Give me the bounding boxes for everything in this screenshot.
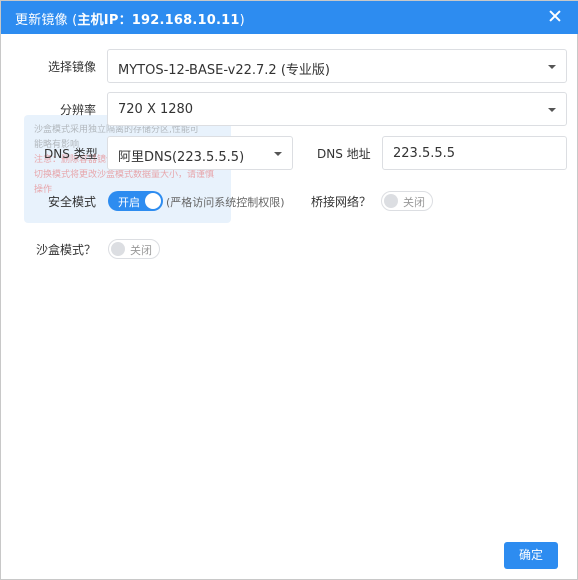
- dialog-title: 更新镜像 (主机IP：192.168.10.11): [15, 9, 245, 28]
- update-image-dialog: 更新镜像 (主机IP：192.168.10.11) 沙盒模式采用独立隔离的存储分…: [0, 0, 578, 580]
- resolution-select[interactable]: 720 X 1280: [107, 92, 567, 126]
- dns-type-label: DNS 类型: [44, 147, 98, 161]
- bridge-network-toggle-text: 关闭: [403, 196, 425, 209]
- chevron-down-icon: [548, 108, 556, 112]
- dialog-title-suffix: ): [239, 13, 245, 28]
- image-select-value: MYTOS-12-BASE-v22.7.2 (专业版): [118, 63, 330, 78]
- dns-address-value: 223.5.5.5: [393, 146, 456, 161]
- safe-mode-hint: (严格访问系统控制权限): [166, 196, 285, 209]
- sandbox-mode-label: 沙盒模式？: [36, 243, 97, 257]
- dns-type-select[interactable]: 阿里DNS(223.5.5.5): [107, 136, 293, 170]
- safe-mode-toggle-text: 开启: [118, 196, 140, 209]
- dialog-titlebar: 更新镜像 (主机IP：192.168.10.11): [1, 1, 578, 34]
- sandbox-mode-toggle-text: 关闭: [130, 244, 152, 257]
- dns-address-label: DNS 地址: [317, 147, 371, 161]
- dns-type-select-value: 阿里DNS(223.5.5.5): [118, 150, 245, 165]
- tooltip-line-4: 切换模式将更改沙盒模式数据量大小，请谨慎: [34, 170, 215, 180]
- resolution-label: 分辨率: [60, 103, 97, 117]
- safe-mode-toggle[interactable]: 开启: [108, 191, 163, 211]
- safe-mode-label: 安全模式: [48, 195, 97, 209]
- chevron-down-icon: [548, 65, 556, 69]
- toggle-knob: [145, 193, 161, 209]
- dns-address-input[interactable]: 223.5.5.5: [382, 136, 567, 170]
- resolution-select-value: 720 X 1280: [118, 102, 194, 117]
- confirm-button[interactable]: 确定: [504, 542, 558, 569]
- bridge-network-toggle[interactable]: 关闭: [381, 191, 433, 211]
- dialog-title-prefix: 更新镜像 (: [15, 13, 78, 28]
- dialog-title-host: 主机IP：192.168.10.11: [77, 13, 240, 28]
- sandbox-mode-toggle[interactable]: 关闭: [108, 239, 160, 259]
- image-label: 选择镜像: [48, 60, 97, 74]
- image-select[interactable]: MYTOS-12-BASE-v22.7.2 (专业版): [107, 49, 567, 83]
- close-icon[interactable]: [547, 8, 563, 24]
- chevron-down-icon: [274, 152, 282, 156]
- toggle-knob: [384, 194, 398, 208]
- toggle-knob: [111, 242, 125, 256]
- bridge-network-label: 桥接网络？: [311, 195, 372, 209]
